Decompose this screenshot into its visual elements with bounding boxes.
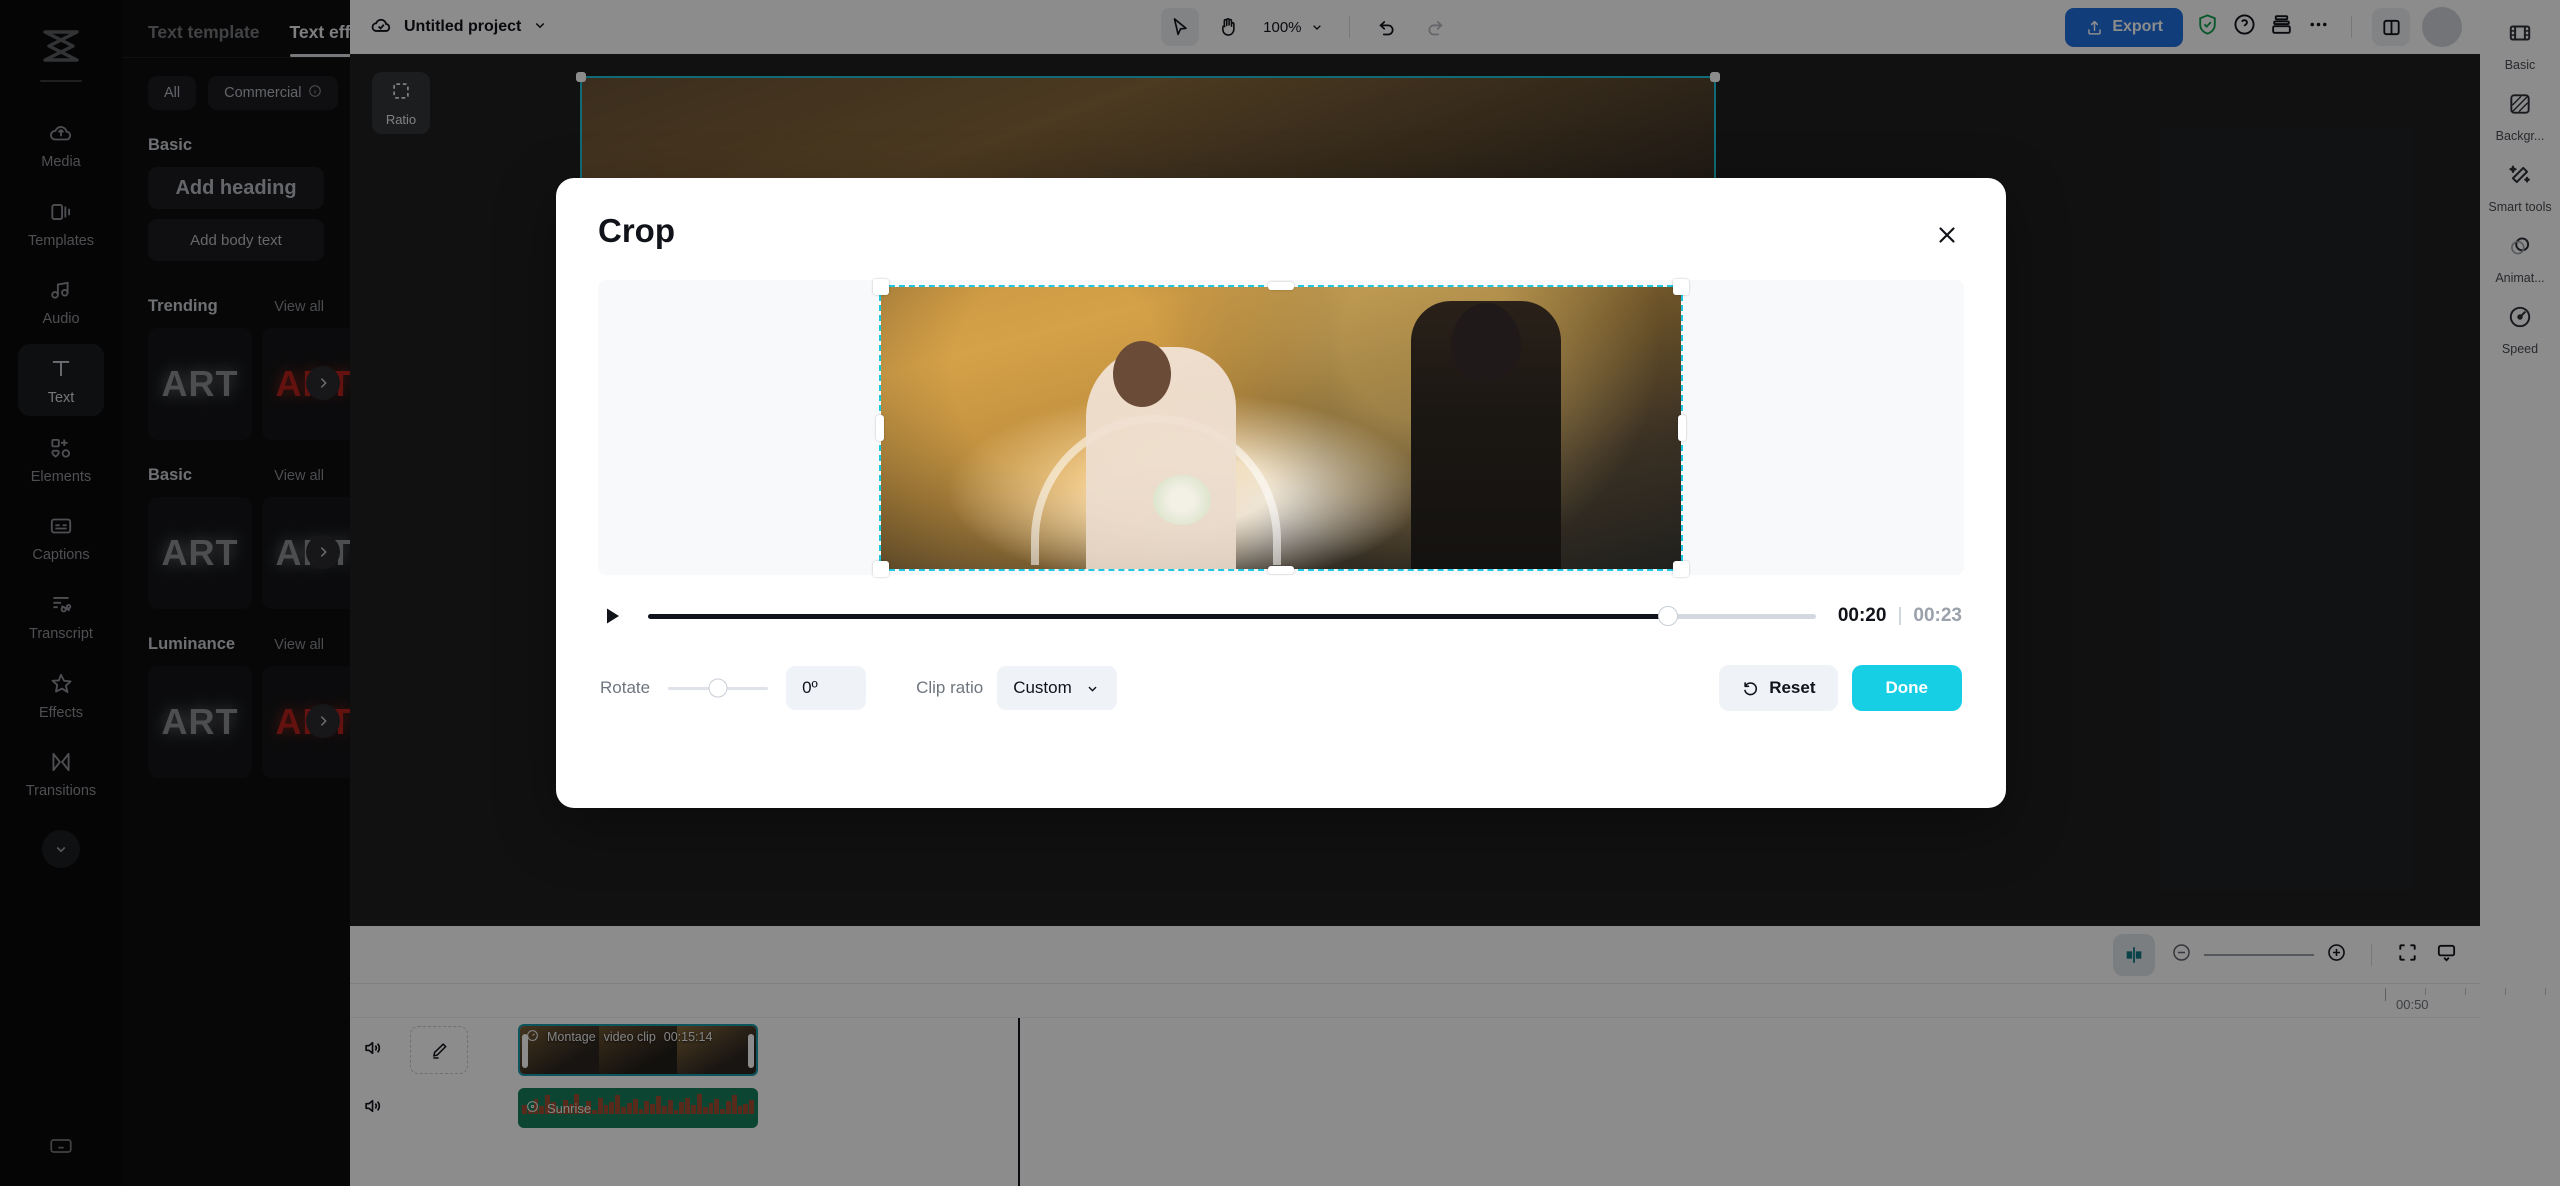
- reset-button[interactable]: Reset: [1719, 665, 1837, 711]
- modal-header: Crop: [598, 212, 1964, 252]
- total-time: 00:23: [1913, 605, 1962, 627]
- crop-handle-left[interactable]: [876, 415, 884, 441]
- crop-selection-border: [879, 285, 1683, 571]
- crop-modal: Crop: [556, 178, 2006, 808]
- current-time: 00:20: [1838, 605, 1887, 627]
- crop-image[interactable]: [881, 287, 1681, 569]
- playback-progress-fill: [648, 614, 1668, 619]
- rotate-slider-knob[interactable]: [709, 679, 728, 698]
- rotate-slider[interactable]: [668, 687, 768, 690]
- crop-handle-top[interactable]: [1268, 282, 1294, 290]
- crop-handle-right[interactable]: [1678, 415, 1686, 441]
- crop-handle-bottom-left[interactable]: [873, 561, 889, 577]
- modal-controls-row: Rotate 0º Clip ratio Custom Reset Done: [598, 665, 1964, 711]
- crop-handle-bottom[interactable]: [1268, 566, 1294, 574]
- modal-player-row: 00:20 | 00:23: [598, 601, 1964, 631]
- close-icon[interactable]: [1930, 218, 1964, 252]
- crop-handle-top-left[interactable]: [873, 279, 889, 295]
- rotate-degree-input[interactable]: 0º: [786, 666, 866, 710]
- clip-ratio-label: Clip ratio: [916, 678, 983, 698]
- clip-ratio-value: Custom: [1013, 678, 1072, 698]
- done-button[interactable]: Done: [1852, 665, 1963, 711]
- modal-action-buttons: Reset Done: [1719, 665, 1962, 711]
- rotate-ccw-icon: [1741, 679, 1760, 698]
- rotate-label: Rotate: [600, 678, 650, 698]
- clip-ratio-select[interactable]: Custom: [997, 666, 1117, 710]
- playback-progress-bar[interactable]: [648, 614, 1816, 619]
- done-label: Done: [1886, 678, 1929, 698]
- chevron-down-icon: [1084, 680, 1101, 697]
- modal-title: Crop: [598, 212, 675, 250]
- playback-times: 00:20 | 00:23: [1838, 605, 1962, 627]
- play-icon[interactable]: [600, 601, 626, 631]
- time-separator: |: [1897, 605, 1902, 627]
- crop-handle-top-right[interactable]: [1673, 279, 1689, 295]
- crop-preview-area: [598, 280, 1964, 575]
- reset-label: Reset: [1769, 678, 1815, 698]
- crop-handle-bottom-right[interactable]: [1673, 561, 1689, 577]
- playback-progress-knob[interactable]: [1658, 606, 1678, 626]
